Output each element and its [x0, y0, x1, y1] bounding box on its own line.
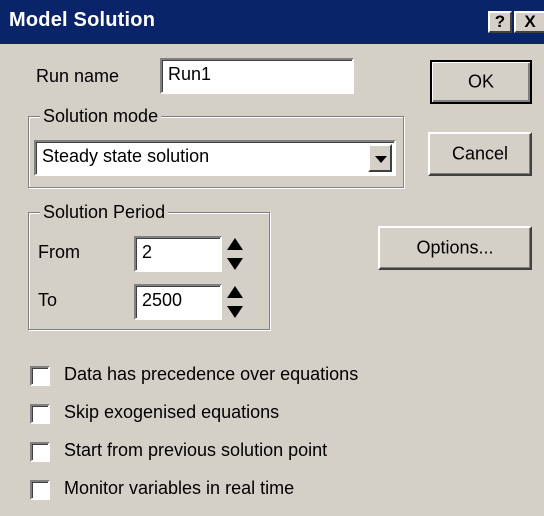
dropdown-button[interactable]: [368, 144, 392, 172]
help-icon: ?: [494, 12, 506, 31]
ok-button[interactable]: OK: [430, 60, 532, 104]
from-label: From: [38, 242, 80, 262]
run-name-value: Run1: [168, 64, 212, 84]
model-solution-dialog: Model Solution ? X Run name Run1 OK Solu…: [0, 0, 544, 516]
to-value: 2500: [142, 290, 183, 310]
window-title: Model Solution: [9, 9, 156, 31]
spin-up-icon[interactable]: [227, 286, 243, 298]
help-button[interactable]: ?: [488, 11, 512, 33]
to-input[interactable]: 2500: [134, 284, 222, 320]
to-spinner[interactable]: [226, 284, 244, 322]
skip-exogenised-checkbox[interactable]: [30, 404, 50, 424]
to-label: To: [38, 290, 58, 310]
ok-button-label: OK: [467, 71, 494, 92]
solution-period-label: Solution Period: [40, 202, 169, 223]
spin-down-icon[interactable]: [227, 306, 243, 318]
cancel-button-label: Cancel: [451, 143, 509, 164]
chevron-down-icon: [375, 156, 387, 163]
from-spinner[interactable]: [226, 236, 244, 274]
close-button[interactable]: X: [514, 11, 544, 33]
data-precedence-label[interactable]: Data has precedence over equations: [64, 364, 358, 385]
spin-up-icon[interactable]: [227, 238, 243, 250]
monitor-variables-checkbox[interactable]: [30, 480, 50, 500]
cancel-button[interactable]: Cancel: [428, 132, 532, 176]
monitor-variables-label[interactable]: Monitor variables in real time: [64, 478, 294, 499]
run-name-input[interactable]: Run1: [160, 58, 354, 94]
run-name-label: Run name: [36, 66, 120, 86]
from-value: 2: [142, 242, 153, 262]
options-button-label: Options...: [416, 237, 494, 258]
solution-mode-select[interactable]: Steady state solution: [34, 140, 396, 176]
from-input[interactable]: 2: [134, 236, 222, 272]
options-button[interactable]: Options...: [378, 226, 532, 270]
skip-exogenised-label[interactable]: Skip exogenised equations: [64, 402, 279, 423]
start-previous-checkbox[interactable]: [30, 442, 50, 462]
start-previous-label[interactable]: Start from previous solution point: [64, 440, 327, 461]
close-icon: X: [524, 12, 536, 31]
solution-mode-label: Solution mode: [40, 106, 162, 127]
data-precedence-checkbox[interactable]: [30, 366, 50, 386]
spin-down-icon[interactable]: [227, 258, 243, 270]
solution-mode-value: Steady state solution: [42, 146, 210, 166]
title-bar[interactable]: Model Solution ? X: [0, 0, 544, 44]
